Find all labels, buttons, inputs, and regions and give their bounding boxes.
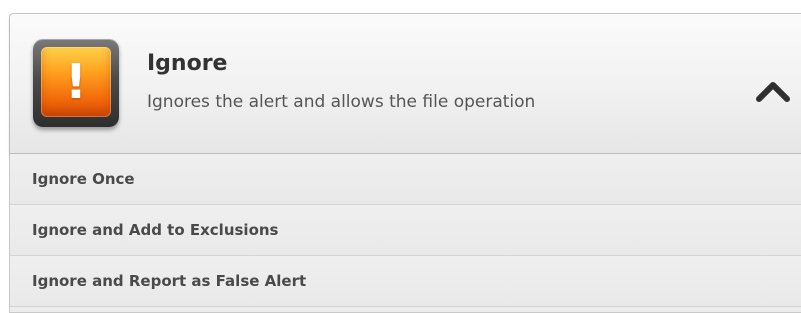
warning-icon-face: ! [41, 47, 111, 117]
option-ignore-once[interactable]: Ignore Once [10, 154, 801, 205]
exclamation-mark: ! [65, 54, 87, 110]
chevron-up-icon[interactable] [755, 79, 791, 103]
option-label: Ignore Once [32, 170, 135, 188]
option-ignore-and-add-to-exclusions[interactable]: Ignore and Add to Exclusions [10, 205, 801, 256]
ignore-panel-header[interactable]: ! Ignore Ignores the alert and allows th… [10, 14, 801, 154]
option-ignore-and-report-false-alert[interactable]: Ignore and Report as False Alert [10, 256, 801, 307]
panel-description: Ignores the alert and allows the file op… [147, 92, 536, 112]
ignore-action-panel: ! Ignore Ignores the alert and allows th… [9, 13, 801, 313]
ignore-options-list: Ignore Once Ignore and Add to Exclusions… [10, 154, 801, 307]
option-label: Ignore and Add to Exclusions [32, 221, 279, 239]
option-label: Ignore and Report as False Alert [32, 272, 307, 290]
warning-exclamation-icon: ! [33, 39, 119, 127]
panel-title: Ignore [147, 51, 228, 76]
